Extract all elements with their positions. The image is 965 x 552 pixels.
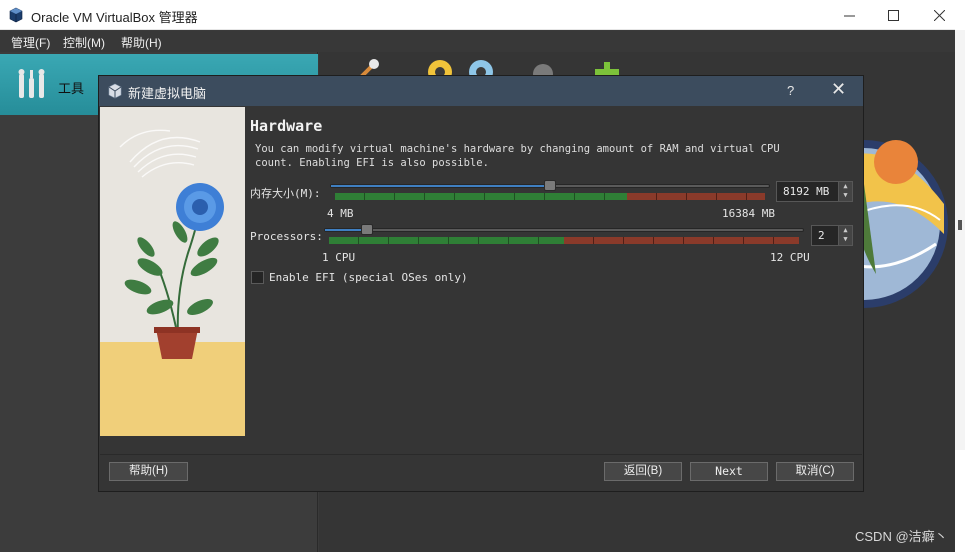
spin-arrows-icon[interactable]: ▲ ▼ <box>838 182 852 201</box>
dialog-title: 新建虚拟电脑 <box>128 86 207 101</box>
efi-label[interactable]: Enable EFI (special OSes only) <box>269 271 468 284</box>
menu-bar: 管理(F) 控制(M) 帮助(H) <box>0 31 965 52</box>
memory-slider-scale <box>335 193 765 200</box>
memory-label: 内存大小(M): <box>250 187 321 200</box>
efi-checkbox[interactable] <box>251 271 264 284</box>
main-title-bar: Oracle VM VirtualBox 管理器 <box>0 0 965 30</box>
processors-label: Processors: <box>250 230 323 243</box>
back-button[interactable]: 返回(B) <box>604 462 682 481</box>
spin-arrows-icon[interactable]: ▲ ▼ <box>838 226 852 245</box>
window-title: Oracle VM VirtualBox 管理器 <box>31 10 198 25</box>
cancel-button[interactable]: 取消(C) <box>776 462 854 481</box>
tools-icon <box>18 69 45 98</box>
slider-safe-range <box>329 237 564 244</box>
processors-value: 2 <box>818 229 825 242</box>
slider-unsafe-range <box>564 237 799 244</box>
menu-machine[interactable]: 控制(M) <box>63 34 105 51</box>
wizard-plant-illustration <box>100 107 245 436</box>
wizard-heading: Hardware <box>250 117 323 135</box>
virtualbox-logo-icon <box>9 7 23 23</box>
memory-value: 8192 MB <box>783 185 830 198</box>
memory-spinbox[interactable]: 8192 MB ▲ ▼ <box>776 181 853 202</box>
memory-min-label: 4 MB <box>327 207 354 220</box>
minimize-icon <box>843 15 855 16</box>
dialog-title-bar: 新建虚拟电脑 ? ✕ <box>99 76 863 106</box>
memory-slider-handle[interactable] <box>544 180 556 191</box>
new-vm-dialog: 新建虚拟电脑 ? ✕ Hardware You can modify virtu… <box>98 75 864 492</box>
memory-max-label: 16384 MB <box>722 207 775 220</box>
virtualbox-logo-icon <box>108 83 122 99</box>
processors-slider-scale <box>329 237 799 244</box>
desktop-edge <box>955 0 965 552</box>
maximize-button[interactable] <box>870 0 916 30</box>
minimize-button[interactable] <box>826 0 872 30</box>
maximize-icon <box>887 9 899 21</box>
menu-help[interactable]: 帮助(H) <box>121 34 162 51</box>
tools-label: 工具 <box>58 81 85 96</box>
processors-slider-track[interactable] <box>324 228 804 232</box>
processors-max-label: 12 CPU <box>770 251 810 264</box>
processors-spinbox[interactable]: 2 ▲ ▼ <box>811 225 853 246</box>
processors-min-label: 1 CPU <box>322 251 356 264</box>
close-icon <box>933 9 945 21</box>
memory-slider-fill <box>331 185 551 187</box>
processors-slider-handle[interactable] <box>361 224 373 235</box>
slider-safe-range <box>335 193 628 200</box>
menu-file[interactable]: 管理(F) <box>11 34 50 51</box>
wizard-description: You can modify virtual machine's hardwar… <box>255 143 780 169</box>
dialog-divider <box>100 454 862 455</box>
dialog-help-button[interactable]: ? <box>787 83 794 98</box>
next-button[interactable]: Next <box>690 462 768 481</box>
help-button[interactable]: 帮助(H) <box>109 462 188 481</box>
dialog-close-button[interactable]: ✕ <box>831 79 846 100</box>
slider-unsafe-range <box>627 193 765 200</box>
watermark-text: CSDN @洁癖丶 <box>855 529 948 544</box>
